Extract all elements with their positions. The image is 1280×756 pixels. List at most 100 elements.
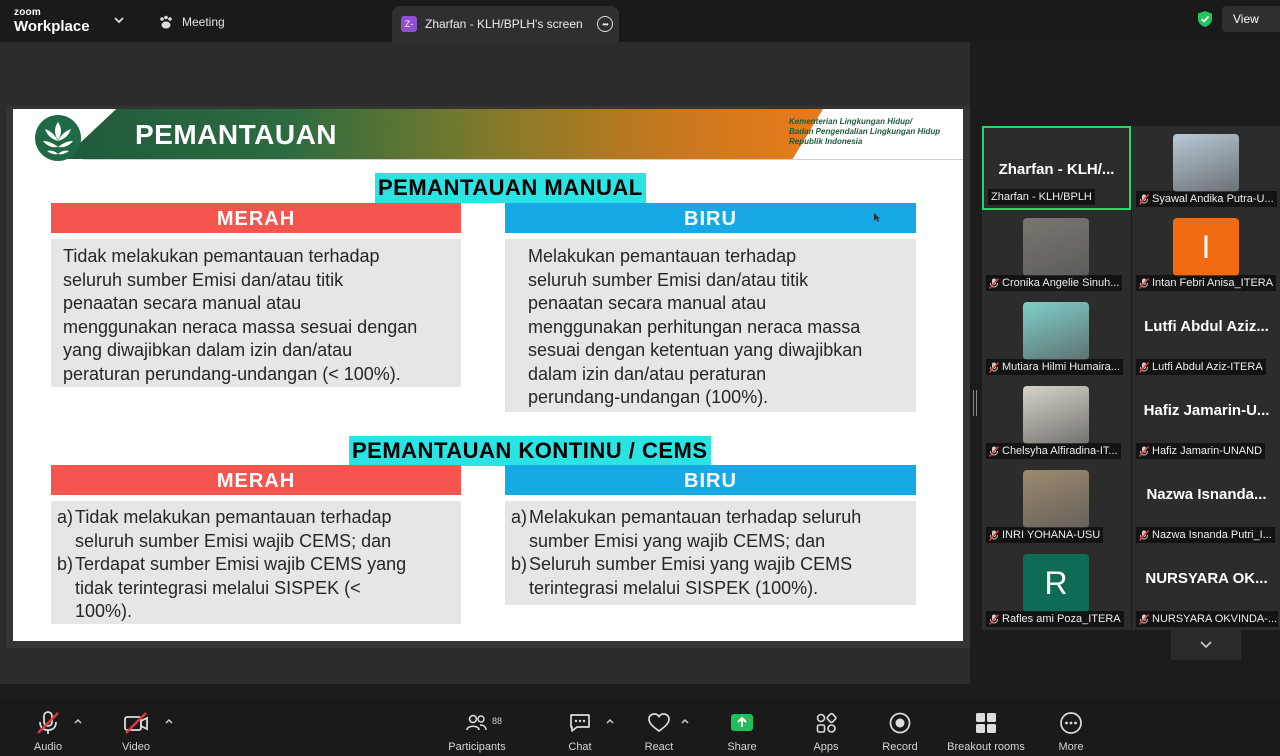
participant-tile[interactable]: NURSYARA OK... NURSYARA OKVINDA-... [1132, 546, 1280, 630]
participant-tile[interactable]: Hafiz Jamarin-U... Hafiz Jamarin-UNAND [1132, 378, 1280, 462]
heart-icon [648, 713, 670, 733]
participant-name-label: Intan Febri Anisa_ITERA [1136, 275, 1277, 291]
brand-small: zoom [14, 7, 41, 18]
text-line: Terdapat sumber Emisi wajib CEMS yang [75, 554, 407, 574]
panel-resize-handle[interactable] [973, 390, 977, 416]
top-bar: zoom Workplace Meeting Z- Zharfan - KLH/… [0, 0, 1280, 42]
chevron-down-icon[interactable] [112, 13, 126, 27]
share-button[interactable]: Share [724, 710, 760, 753]
paw-icon [160, 15, 172, 28]
manual-red-bar: MERAH [51, 203, 461, 233]
screen-tab-icon: Z- [401, 16, 417, 32]
ministry-name: Kementerian Lingkungan Hidup/ Badan Peng… [789, 117, 940, 147]
chevron-up-icon[interactable] [605, 717, 615, 725]
meeting-label: Meeting [182, 15, 225, 29]
microphone-muted-icon [988, 361, 1000, 373]
record-icon [889, 712, 911, 734]
cems-blue-bar: BIRU [505, 465, 916, 495]
participant-name-label: Zharfan - KLH/BPLH [988, 189, 1095, 205]
more-label: More [1058, 741, 1084, 753]
slide-frame: PEMANTAUAN Kementerian Lingkungan Hidup/… [6, 106, 970, 648]
participant-name-label: Syawal Andika Putra-U... [1136, 191, 1277, 207]
ministry-line: Kementerian Lingkungan Hidup/ [789, 117, 913, 126]
presentation-slide: PEMANTAUAN Kementerian Lingkungan Hidup/… [13, 109, 963, 641]
microphone-muted-icon [1138, 529, 1150, 541]
participants-gallery: Zharfan - KLH/... Zharfan - KLH/BPLH Syawa… [982, 126, 1280, 630]
cems-red-bar: MERAH [51, 465, 461, 495]
ministry-line: Badan Pengendalian Lingkungan Hidup [789, 127, 941, 136]
chat-button[interactable]: Chat [564, 710, 596, 753]
text-line: yang diwajibkan dalam izin dan/atau [63, 340, 353, 360]
microphone-muted-icon [1138, 193, 1150, 205]
participant-initial-avatar: R [1023, 554, 1089, 612]
more-button[interactable]: More [1054, 710, 1088, 753]
text-line: penaatan secara manual atau [528, 293, 767, 313]
apps-button[interactable]: Apps [810, 710, 842, 753]
microphone-muted-icon [988, 445, 1000, 457]
participant-video-thumbnail [1023, 218, 1089, 276]
participants-label: Participants [448, 741, 506, 753]
breakout-rooms-button[interactable]: Breakout rooms [942, 710, 1030, 753]
text-line: 100%). [75, 601, 133, 621]
participant-tile[interactable]: Syawal Andika Putra-U... [1132, 126, 1280, 210]
record-button[interactable]: Record [879, 710, 921, 753]
shield-check-icon[interactable] [1197, 10, 1213, 28]
text-line: peraturan perundang-undangan (< 100%). [63, 363, 401, 384]
participant-tile[interactable]: Mutiara Hilmi Humaira... [982, 294, 1131, 378]
participant-tile[interactable]: R Rafles ami Poza_ITERA [982, 546, 1131, 630]
participant-display-name: NURSYARA OK... [1145, 570, 1268, 587]
list-item: b) Terdapat sumber Emisi wajib CEMS yang t… [57, 553, 453, 624]
participant-tile[interactable]: Zharfan - KLH/... Zharfan - KLH/BPLH [982, 126, 1131, 210]
list-item-label: b) [57, 554, 74, 574]
participant-name: Cronika Angelie Sinuh... [1002, 277, 1120, 289]
manual-blue-text: Melakukan pemantauan terhadap seluruh sum… [505, 239, 916, 412]
participant-tile[interactable]: Chelsyha Alfiradina-IT... [982, 378, 1131, 462]
video-label: Video [122, 741, 150, 753]
text-line: Seluruh sumber Emisi yang wajib CEMS [529, 554, 853, 574]
react-button[interactable]: React [642, 710, 676, 753]
meeting-tab[interactable]: Meeting [158, 12, 225, 32]
zoom-logo[interactable]: zoom Workplace [14, 7, 90, 35]
participant-tile[interactable]: INRI YOHANA-USU [982, 462, 1131, 546]
text-line: terintegrasi melalui SISPEK (100%). [529, 577, 819, 598]
participant-tile[interactable]: I Intan Febri Anisa_ITERA [1132, 210, 1280, 294]
chat-bubble-icon [570, 714, 590, 732]
participant-tile[interactable]: Cronika Angelie Sinuh... [982, 210, 1131, 294]
list-item: b) Seluruh sumber Emisi yang wajib CEMS te… [511, 553, 908, 600]
participant-name-label: Lutfi Abdul Aziz-ITERA [1136, 359, 1266, 375]
react-label: React [644, 741, 674, 753]
breakout-rooms-icon [976, 713, 996, 733]
more-options-icon[interactable]: ••• [597, 16, 613, 32]
screen-share-tab[interactable]: Z- Zharfan - KLH/BPLH's screen ••• [392, 6, 619, 42]
participant-initial-avatar: I [1173, 218, 1239, 276]
view-button[interactable]: View [1222, 6, 1280, 32]
chevron-up-icon[interactable] [680, 717, 690, 725]
cems-red-text: a) Tidak melakukan pemantauan terhadap sel… [51, 501, 461, 624]
slide-title: PEMANTAUAN [135, 119, 338, 150]
chevron-up-icon[interactable] [164, 717, 174, 725]
shared-screen-area: PEMANTAUAN Kementerian Lingkungan Hidup/… [0, 42, 970, 684]
manual-red-text: Tidak melakukan pemantauan terhadap selur… [51, 239, 461, 387]
cems-blue-text: a) Melakukan pemantauan terhadap seluruh s… [505, 501, 916, 605]
audio-button[interactable]: Audio [30, 710, 66, 753]
participant-display-name: Nazwa Isnanda... [1146, 486, 1267, 503]
gallery-scroll-down-button[interactable] [1171, 630, 1241, 660]
list-item: a) Melakukan pemantauan terhadap seluruh s… [511, 506, 908, 553]
participant-tile[interactable]: Lutfi Abdul Aziz... Lutfi Abdul Aziz-ITER… [1132, 294, 1280, 378]
microphone-muted-icon [1138, 361, 1150, 373]
participant-name-label: Mutiara Hilmi Humaira... [986, 359, 1123, 375]
participant-name: Syawal Andika Putra-U... [1152, 193, 1274, 205]
participant-name: NURSYARA OKVINDA-... [1152, 613, 1278, 625]
video-button[interactable]: Video [118, 710, 154, 753]
text-line: Tidak melakukan pemantauan terhadap [75, 507, 392, 527]
slide-banner: PEMANTAUAN Kementerian Lingkungan Hidup/… [13, 109, 963, 161]
participant-tile[interactable]: Nazwa Isnanda... Nazwa Isnanda Putri_I... [1132, 462, 1280, 546]
text-line: Melakukan pemantauan terhadap seluruh [529, 507, 862, 527]
mouse-cursor-icon [874, 213, 880, 222]
participant-display-name: Hafiz Jamarin-U... [1143, 402, 1270, 419]
more-icon [1060, 712, 1082, 734]
banner-divider [83, 159, 963, 160]
participant-video-thumbnail [1023, 302, 1089, 360]
chevron-up-icon[interactable] [73, 717, 83, 725]
text-line: seluruh sumber Emisi dan/atau titik [63, 269, 344, 290]
